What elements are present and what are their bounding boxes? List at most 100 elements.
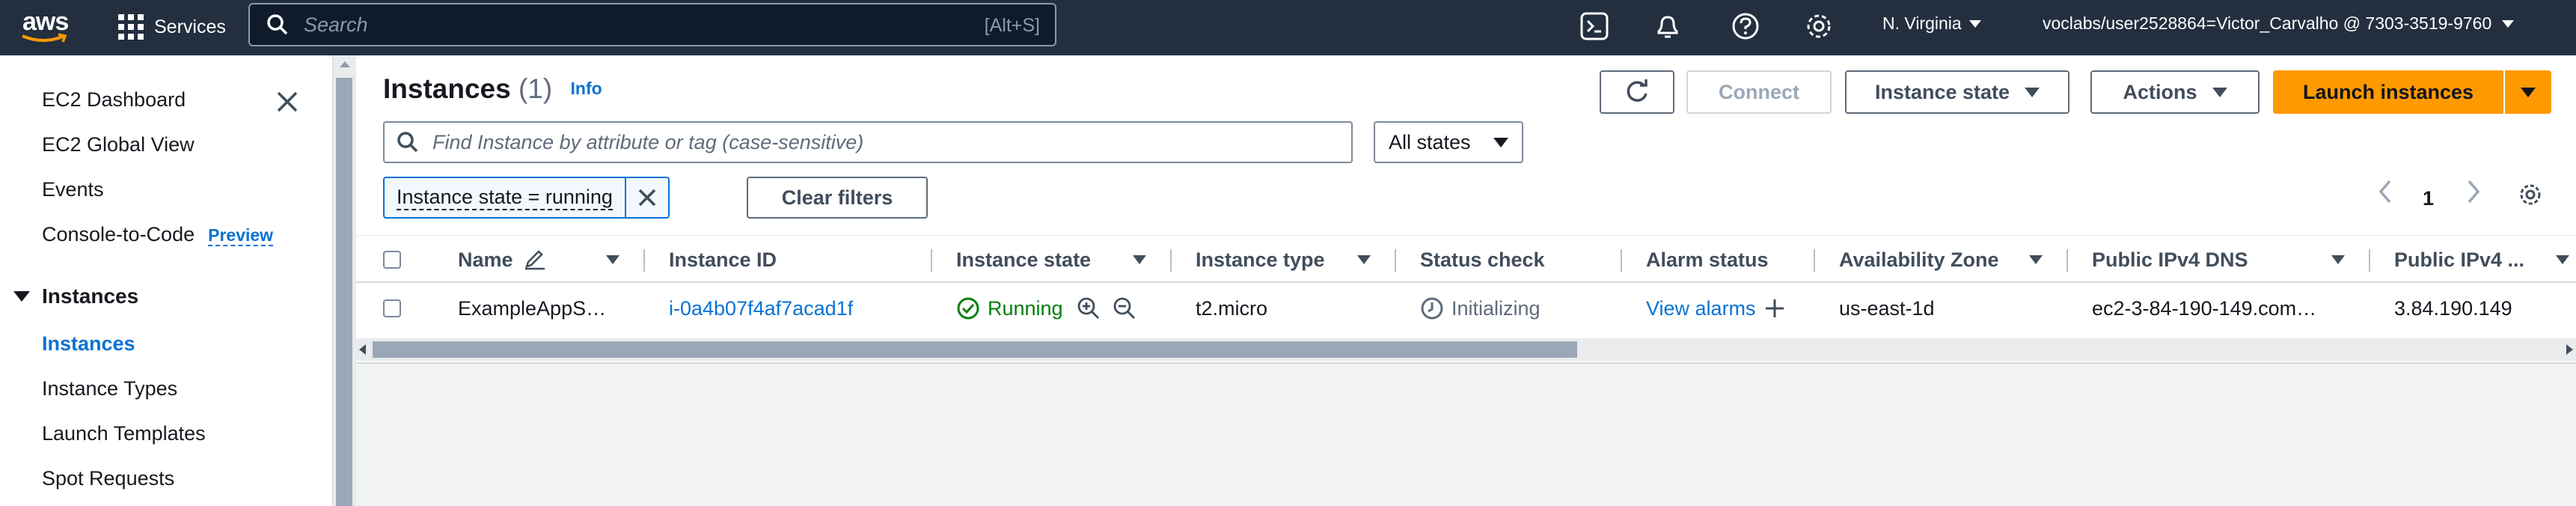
bell-icon[interactable] [1652,10,1683,42]
actions-button[interactable]: Actions [2090,70,2260,114]
sidebar-item-instances[interactable]: Instances [42,332,135,356]
cell-availability-zone: us-east-1d [1839,296,1935,320]
instance-filter-input[interactable]: Find Instance by attribute or tag (case-… [383,121,1353,163]
table-header: Name Instance ID Instance state Instance… [356,235,2576,283]
horizontal-scrollbar[interactable] [356,338,2576,361]
connect-button[interactable]: Connect [1686,70,1832,114]
sidebar-item-console-to-code[interactable]: Console-to-Code Preview [42,223,274,246]
row-checkbox[interactable] [383,299,401,317]
column-header-public-ipv4-dns[interactable]: Public IPv4 DNS [2092,236,2248,284]
table-row[interactable]: ExampleAppS… i-0a4b07f4af7acad1f Running… [356,284,2576,332]
plus-icon[interactable] [1763,297,1786,320]
search-input[interactable]: Search [Alt+S] [248,3,1056,46]
cell-name: ExampleAppS… [458,296,607,320]
zoom-out-icon[interactable] [1113,296,1136,320]
help-icon[interactable] [1730,10,1761,42]
column-divider[interactable] [1170,249,1172,272]
cell-status-check: Initializing [1420,284,1541,332]
column-divider[interactable] [1621,249,1622,272]
states-select[interactable]: All states [1374,121,1523,163]
sidebar-item-label: Console-to-Code [42,223,195,246]
region-selector[interactable]: N. Virginia [1882,13,1981,34]
preview-badge[interactable]: Preview [208,225,274,246]
caret-down-icon [2212,87,2227,97]
refresh-icon [1627,79,1648,102]
column-header-name[interactable]: Name [458,236,548,284]
filter-token: Instance state = running [383,177,670,219]
filter-placeholder: Find Instance by attribute or tag (case-… [432,130,864,153]
sort-icon[interactable] [1133,255,1146,264]
column-divider[interactable] [2066,249,2068,272]
cell-alarm-status: View alarms [1646,284,1786,332]
column-header-public-ipv4[interactable]: Public IPv4 ... [2394,236,2524,284]
launch-instances-button[interactable]: Launch instances [2273,70,2503,114]
column-header-instance-state[interactable]: Instance state [956,236,1091,284]
sort-icon[interactable] [2029,255,2043,264]
filter-token-label[interactable]: Instance state = running [385,178,626,217]
sidebar-item-spot-requests[interactable]: Spot Requests [42,467,174,490]
instance-state-button[interactable]: Instance state [1845,70,2069,114]
sidebar-section-instances[interactable]: Instances [13,284,138,308]
column-divider[interactable] [2369,249,2370,272]
cell-instance-type: t2.micro [1196,296,1268,320]
check-circle-icon [957,297,979,320]
column-header-availability-zone[interactable]: Availability Zone [1839,236,1999,284]
pencil-icon [524,250,545,270]
aws-logo[interactable]: aws [21,6,70,48]
column-header-alarm-status[interactable]: Alarm status [1646,236,1769,284]
clear-filters-button[interactable]: Clear filters [747,177,928,219]
top-nav: aws Services Search [Alt+S] N. Virginia … [0,0,2576,55]
clock-icon [1421,297,1443,320]
scroll-left-arrow[interactable] [359,344,366,355]
sort-icon[interactable] [606,255,619,264]
sidebar-item-ec2-dashboard[interactable]: EC2 Dashboard [42,88,186,112]
sidebar-item-launch-templates[interactable]: Launch Templates [42,422,206,445]
cell-instance-id[interactable]: i-0a4b07f4af7acad1f [669,284,853,332]
search-icon [267,14,288,35]
close-icon[interactable] [274,88,301,115]
token-text: Instance state = running [397,186,613,210]
cloudshell-icon[interactable] [1579,10,1610,42]
column-divider[interactable] [1395,249,1396,272]
sidebar-item-instance-types[interactable]: Instance Types [42,377,177,400]
sort-icon[interactable] [2556,255,2569,264]
column-header-status-check[interactable]: Status check [1420,236,1545,284]
scroll-up-arrow[interactable] [340,61,350,67]
chevron-left-icon[interactable] [2376,178,2394,205]
apps-grid-icon [118,14,144,40]
launch-instances-dropdown[interactable] [2505,70,2551,114]
gear-icon[interactable] [1803,10,1835,42]
refresh-button[interactable] [1600,70,1674,114]
button-label: Actions [2123,80,2197,103]
zoom-in-icon[interactable] [1077,296,1101,320]
column-divider[interactable] [1814,249,1815,272]
column-header-instance-id[interactable]: Instance ID [669,236,777,284]
column-divider[interactable] [643,249,645,272]
info-link[interactable]: Info [571,79,602,98]
column-divider[interactable] [931,249,932,272]
main-content: Instances (1) Info Connect Instance stat… [356,55,2576,506]
scroll-thumb[interactable] [373,341,1577,358]
account-menu[interactable]: voclabs/user2528864=Victor_Carvalho @ 73… [2043,13,2515,34]
select-value: All states [1389,130,1471,153]
chevron-right-icon[interactable] [2465,178,2482,205]
section-label: Instances [42,284,139,308]
sidebar-item-events[interactable]: Events [42,178,104,201]
scroll-right-arrow[interactable] [2566,344,2573,355]
gear-icon[interactable] [2517,181,2544,208]
column-header-instance-type[interactable]: Instance type [1196,236,1325,284]
services-label: Services [154,16,226,37]
sort-icon[interactable] [1357,255,1371,264]
services-menu[interactable]: Services [118,10,226,43]
sort-icon[interactable] [2331,255,2345,264]
sidebar: EC2 Dashboard EC2 Global View Events Con… [0,55,332,506]
instances-panel: Instances (1) Info Connect Instance stat… [356,55,2576,364]
page-number[interactable]: 1 [2423,187,2434,210]
scroll-thumb[interactable] [336,78,352,506]
sidebar-item-ec2-global-view[interactable]: EC2 Global View [42,133,195,156]
view-alarms-link[interactable]: View alarms [1646,297,1756,320]
select-all-checkbox[interactable] [383,251,401,269]
remove-filter-button[interactable] [626,178,668,217]
sidebar-scrollbar[interactable] [332,55,356,506]
search-shortcut: [Alt+S] [984,15,1040,36]
